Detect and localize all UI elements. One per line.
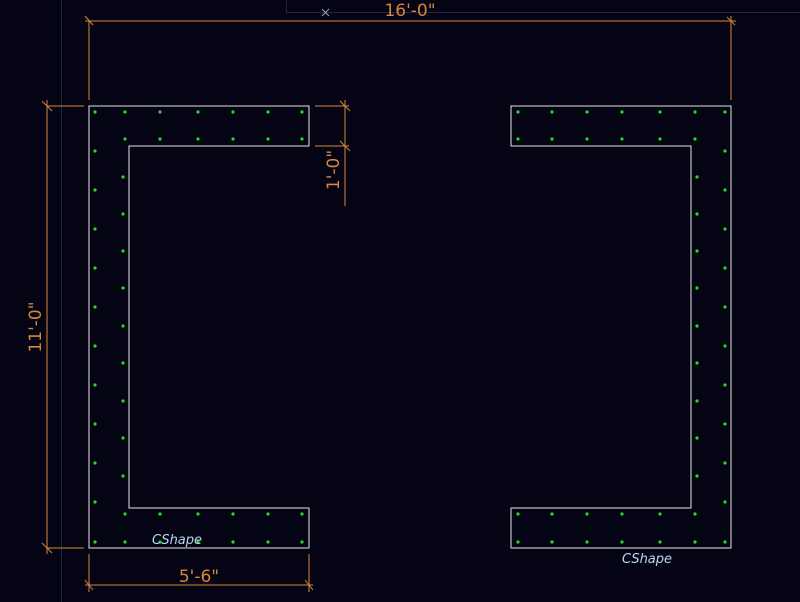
rebar-dot xyxy=(93,540,97,544)
rebar-dot xyxy=(93,422,97,426)
rebar-dot xyxy=(620,540,624,544)
rebar-dot xyxy=(550,137,554,141)
dim-overall-width: 16'-0" xyxy=(384,1,435,21)
rebar-dot xyxy=(300,137,304,141)
rebar-dot xyxy=(121,474,125,478)
rebar-dot xyxy=(723,422,727,426)
rebar-dot xyxy=(123,512,127,516)
rebar-dot xyxy=(121,212,125,216)
rebar-dot xyxy=(550,110,554,114)
rebar-dot xyxy=(723,461,727,465)
rebar-dot xyxy=(123,540,127,544)
dim-flange-length: 5'-6" xyxy=(179,567,219,587)
rebar-dot xyxy=(121,324,125,328)
rebar-dot xyxy=(231,540,235,544)
rebar-dot xyxy=(585,512,589,516)
rebar-dot xyxy=(620,512,624,516)
grid-lines xyxy=(61,0,800,602)
rebar-dot xyxy=(658,110,662,114)
rebar-dot xyxy=(231,110,235,114)
rebar-dot xyxy=(121,361,125,365)
rebar-dot xyxy=(658,540,662,544)
rebar-dot xyxy=(123,110,127,114)
rebar-dot xyxy=(121,286,125,290)
rebar-dot xyxy=(300,512,304,516)
left-cshape-label: CShape xyxy=(152,533,202,548)
rebar-dot xyxy=(93,227,97,231)
dimension-lines xyxy=(41,15,736,592)
rebar-dot xyxy=(695,361,699,365)
rebar-dot xyxy=(723,500,727,504)
rebar-dot xyxy=(196,137,200,141)
rebar-dot xyxy=(231,512,235,516)
rebar-dot xyxy=(658,512,662,516)
rebar-dot xyxy=(93,461,97,465)
rebar-dot xyxy=(121,436,125,440)
rebar-dot xyxy=(300,540,304,544)
rebar-dot xyxy=(121,399,125,403)
rebar-dot xyxy=(266,540,270,544)
rebar-dot xyxy=(516,110,520,114)
rebar-dot xyxy=(695,436,699,440)
rebar-dot xyxy=(231,137,235,141)
rebar-dot xyxy=(723,344,727,348)
rebar-dot xyxy=(196,512,200,516)
rebar-dot xyxy=(695,286,699,290)
rebar-dot xyxy=(550,512,554,516)
rebar-dot xyxy=(620,137,624,141)
rebar-dot xyxy=(516,512,520,516)
right-rebar-dots xyxy=(516,110,727,544)
rebar-dot xyxy=(121,249,125,253)
rebar-dot xyxy=(585,540,589,544)
rebar-dot xyxy=(723,149,727,153)
rebar-dot xyxy=(266,110,270,114)
right-cshape-label: CShape xyxy=(622,552,672,567)
rebar-dot xyxy=(723,266,727,270)
rebar-dot xyxy=(723,110,727,114)
rebar-dot xyxy=(196,110,200,114)
rebar-dot xyxy=(695,399,699,403)
rebar-dot xyxy=(266,137,270,141)
rebar-dot xyxy=(723,540,727,544)
rebar-dot xyxy=(300,110,304,114)
rebar-dot xyxy=(93,188,97,192)
rebar-dot xyxy=(723,383,727,387)
rebar-dot xyxy=(123,137,127,141)
rebar-dot xyxy=(695,324,699,328)
rebar-dot xyxy=(695,175,699,179)
rebar-dot xyxy=(693,110,697,114)
dim-flange-thickness: 1'-0" xyxy=(324,150,344,190)
rebar-dot xyxy=(550,540,554,544)
rebar-dot xyxy=(695,212,699,216)
rebar-dot xyxy=(723,305,727,309)
rebar-dot xyxy=(93,110,97,114)
rebar-dot xyxy=(693,137,697,141)
rebar-dot xyxy=(158,110,162,114)
rebar-dot xyxy=(723,188,727,192)
rebar-dot xyxy=(93,149,97,153)
rebar-dot xyxy=(693,540,697,544)
left-rebar-dots xyxy=(93,110,304,544)
rebar-dot xyxy=(266,512,270,516)
rebar-dot xyxy=(516,540,520,544)
rebar-dot xyxy=(723,227,727,231)
rebar-dot xyxy=(121,175,125,179)
rebar-dot xyxy=(93,266,97,270)
rebar-dot xyxy=(93,344,97,348)
rebar-dot xyxy=(620,110,624,114)
rebar-dot xyxy=(158,512,162,516)
rebar-dot xyxy=(585,137,589,141)
rebar-dot xyxy=(695,249,699,253)
rebar-dot xyxy=(93,305,97,309)
dim-overall-height: 11'-0" xyxy=(26,301,46,352)
rebar-dot xyxy=(158,137,162,141)
rebar-dot xyxy=(93,500,97,504)
rebar-dot xyxy=(516,137,520,141)
rebar-dot xyxy=(693,512,697,516)
cad-drawing-canvas[interactable]: 16'-0" 11'-0" 1'-0" 5'-6" CShape CShape xyxy=(0,0,800,602)
rebar-dot xyxy=(658,137,662,141)
rebar-dot xyxy=(585,110,589,114)
rebar-dot xyxy=(695,474,699,478)
rebar-dot xyxy=(93,383,97,387)
